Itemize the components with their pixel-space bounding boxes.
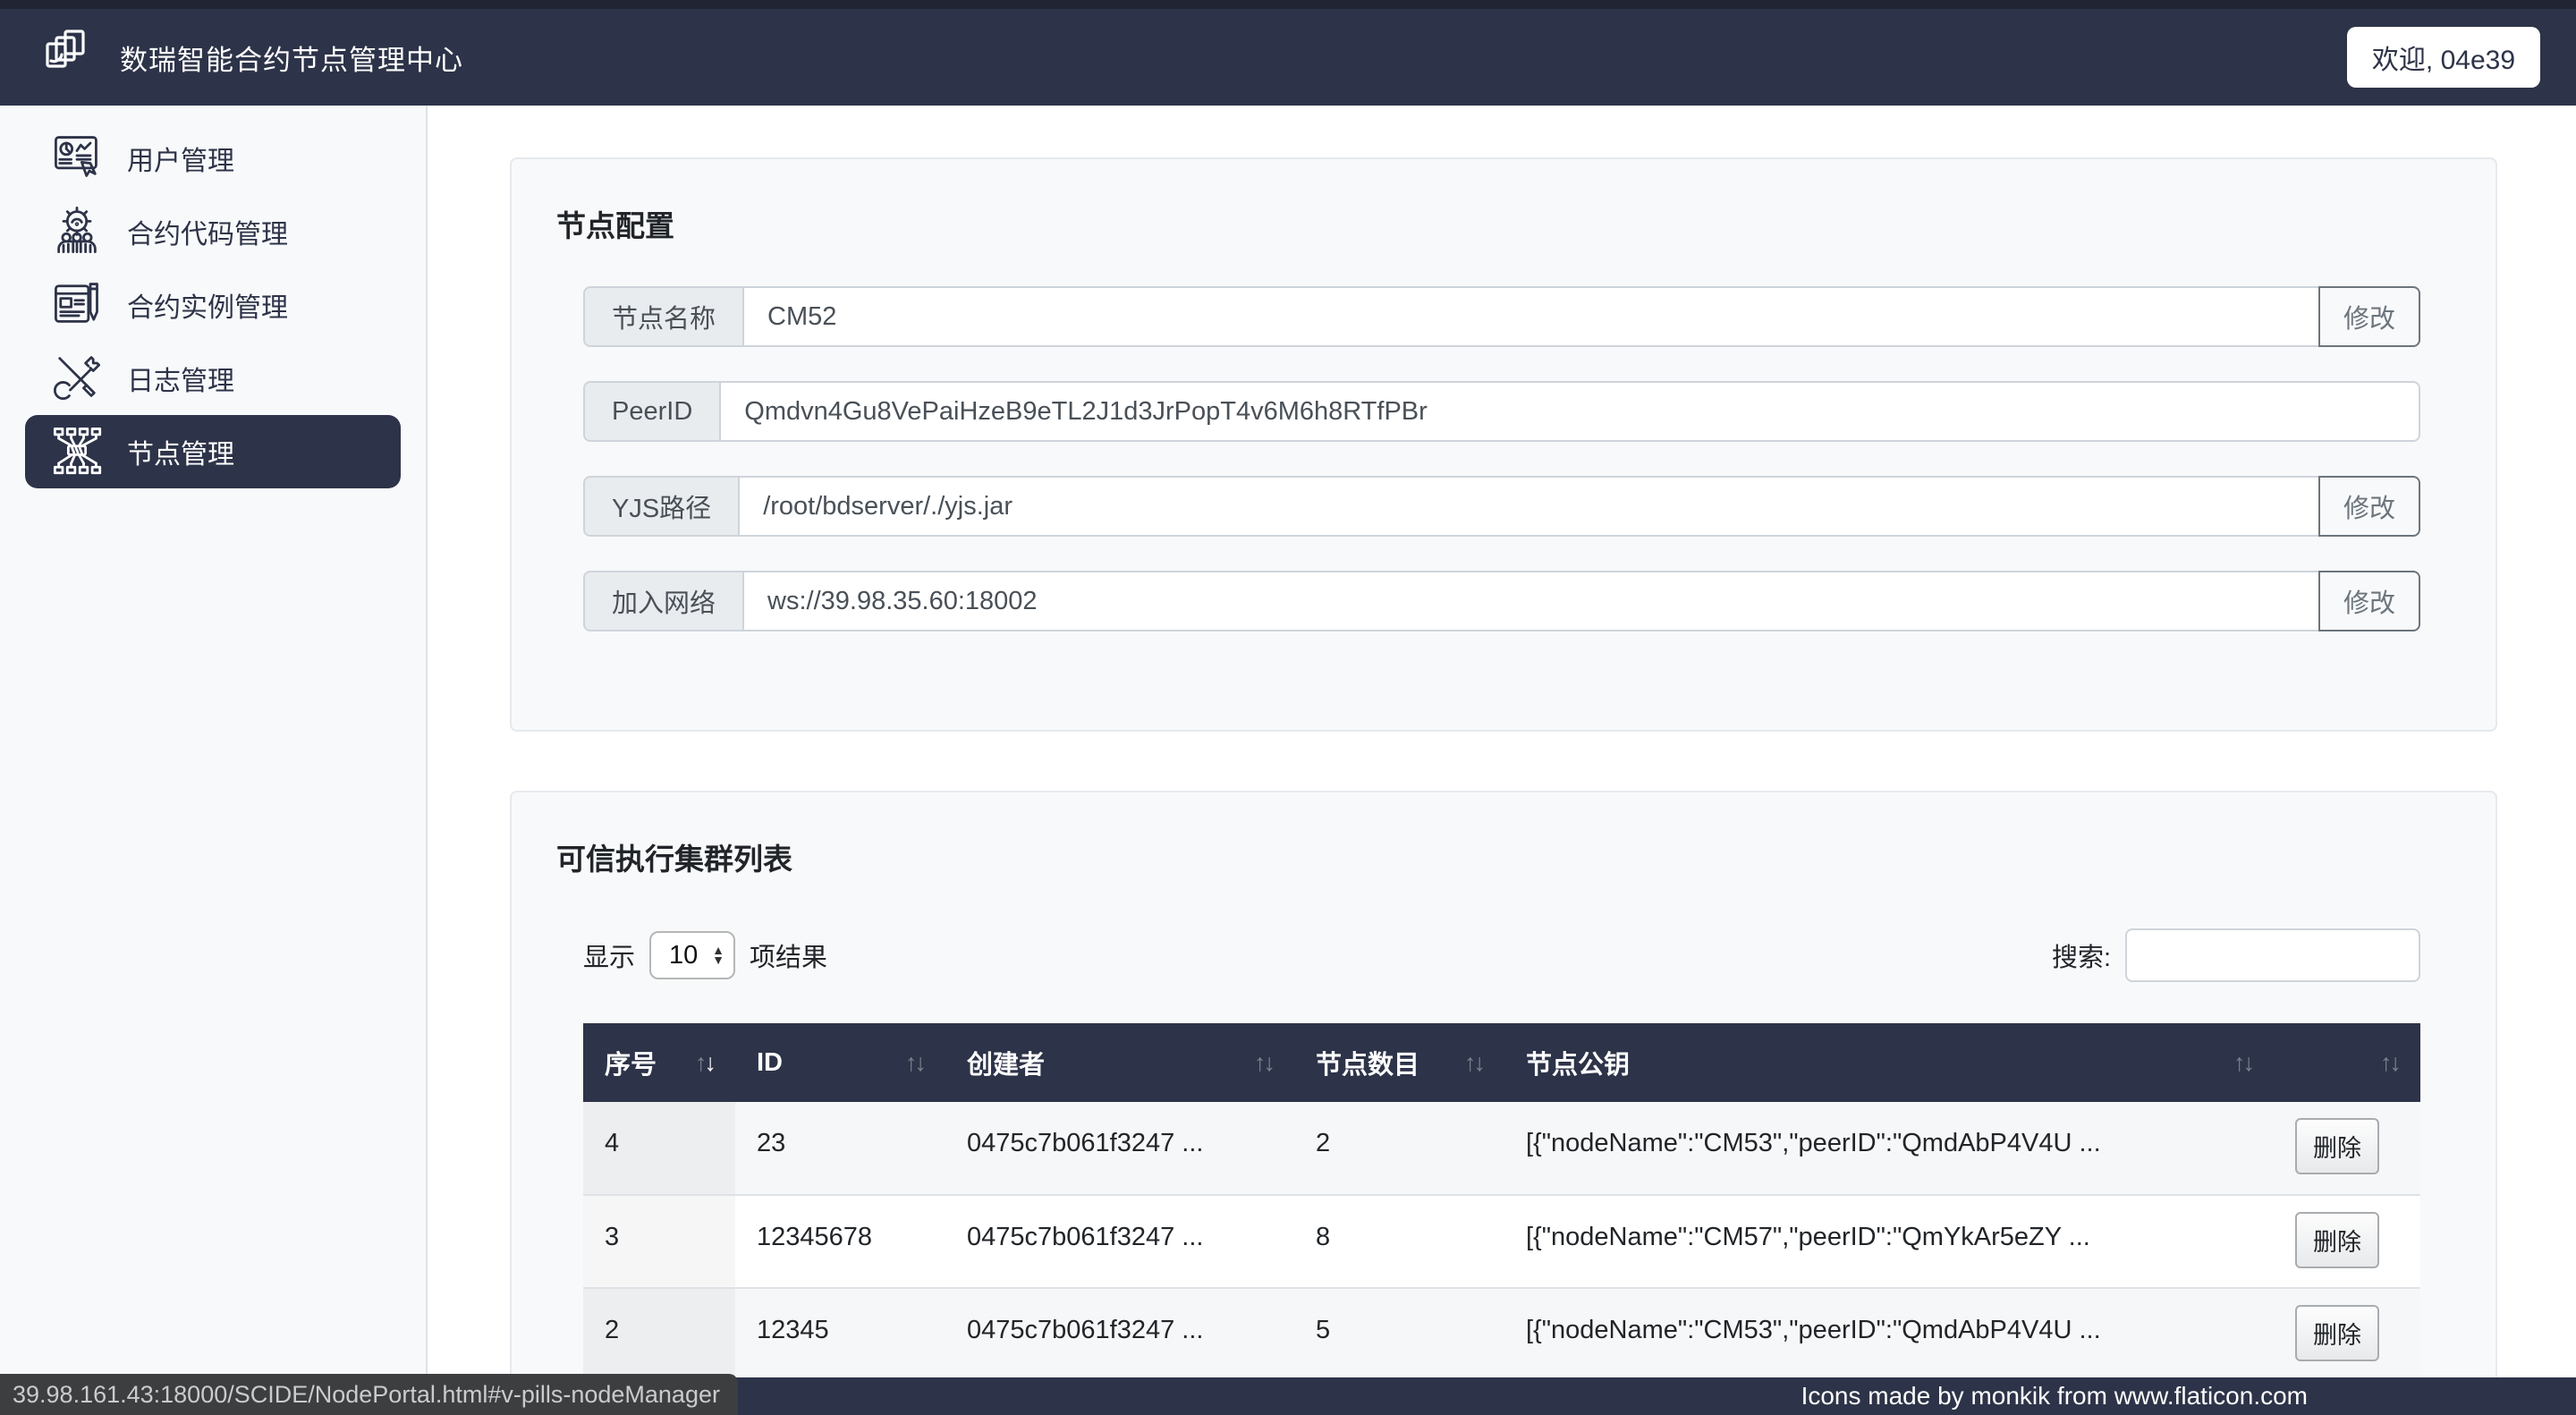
field-peer-id: PeerID [583, 381, 2420, 442]
document-pencil-icon [50, 276, 104, 335]
cell-node-count: 2 [1316, 1129, 1331, 1157]
sort-icon: ↑↓ [2380, 1048, 2402, 1076]
header-creator[interactable]: 创建者 ↑↓ [945, 1023, 1294, 1102]
sidebar-item-contract-instance-management[interactable]: 合约实例管理 [25, 268, 401, 342]
gear-people-icon [50, 203, 104, 261]
cell-pubkey: [{"nodeName":"CM53","peerID":"QmdAbP4V4U… [1526, 1129, 2101, 1157]
top-navbar: 数瑞智能合约节点管理中心 欢迎, 04e39 [0, 9, 2576, 106]
sort-icon: ↑↓ [1464, 1048, 1486, 1076]
brand-link[interactable]: 数瑞智能合约节点管理中心 [36, 27, 463, 89]
cell-node-count: 8 [1316, 1223, 1331, 1251]
header-id[interactable]: ID ↑↓ [735, 1023, 945, 1102]
search-input[interactable] [2125, 928, 2420, 982]
field-label: 节点名称 [583, 286, 743, 347]
field-label: YJS路径 [583, 476, 739, 537]
cell-id: 23 [757, 1129, 786, 1157]
field-node-name: 节点名称 修改 [583, 286, 2420, 347]
search-control: 搜索: [2052, 928, 2420, 982]
cluster-title: 可信执行集群列表 [556, 843, 792, 876]
cell-node-count: 5 [1316, 1316, 1331, 1344]
sidebar-item-label: 用户管理 [127, 147, 234, 176]
sidebar: 用户管理 合约代码管理 合约实例管理 日志管理 节点管理 [0, 106, 428, 1415]
page-length-control: 显示 10 ▲ ▼ 项结果 [583, 931, 827, 979]
page-size-select[interactable]: 10 ▲ ▼ [649, 931, 736, 979]
field-join-network: 加入网络 修改 [583, 571, 2420, 631]
sidebar-item-label: 日志管理 [127, 367, 234, 396]
cell-seq: 4 [583, 1102, 735, 1195]
dashboard-cursor-icon [50, 130, 104, 188]
cluster-table: 序号 ↑↓ ID ↑↓ 创建者 ↑↓ 节点数目 ↑↓ 节点公钥 ↑↓ ↑↓ 4 … [583, 1023, 2420, 1381]
sort-icon: ↑↓ [2233, 1048, 2255, 1076]
sidebar-item-user-management[interactable]: 用户管理 [25, 122, 401, 195]
cell-id: 12345678 [757, 1223, 873, 1251]
sort-icon: ↑↓ [1254, 1048, 1275, 1076]
cell-creator: 0475c7b061f3247 ... [967, 1316, 1204, 1344]
results-label: 项结果 [750, 944, 828, 972]
modify-yjs-path-button[interactable]: 修改 [2318, 476, 2420, 537]
node-config-title: 节点配置 [556, 209, 674, 242]
sidebar-item-label: 合约实例管理 [127, 293, 288, 323]
header-seq[interactable]: 序号 ↑↓ [583, 1023, 735, 1102]
sort-icon: ↑↓ [905, 1048, 927, 1076]
logo-icon [36, 27, 93, 89]
field-yjs-path: YJS路径 修改 [583, 476, 2420, 537]
table-row: 4 23 0475c7b061f3247 ... 2 [{"nodeName":… [583, 1102, 2420, 1195]
cell-creator: 0475c7b061f3247 ... [967, 1223, 1204, 1251]
cell-pubkey: [{"nodeName":"CM57","peerID":"QmYkAr5eZY… [1526, 1223, 2090, 1251]
show-label: 显示 [583, 944, 636, 972]
tools-icon [50, 350, 104, 408]
yjs-path-input[interactable] [738, 476, 2320, 537]
node-name-input[interactable] [742, 286, 2320, 347]
modify-join-network-button[interactable]: 修改 [2318, 571, 2420, 631]
field-label: 加入网络 [583, 571, 743, 631]
app-title: 数瑞智能合约节点管理中心 [120, 44, 463, 76]
table-header-row: 序号 ↑↓ ID ↑↓ 创建者 ↑↓ 节点数目 ↑↓ 节点公钥 ↑↓ ↑↓ [583, 1023, 2420, 1102]
cell-seq: 2 [583, 1288, 735, 1381]
welcome-badge[interactable]: 欢迎, 04e39 [2346, 27, 2540, 88]
header-node-count[interactable]: 节点数目 ↑↓ [1294, 1023, 1504, 1102]
page-size-value: 10 [669, 940, 699, 970]
browser-status-bubble: 39.98.161.43:18000/SCIDE/NodePortal.html… [0, 1374, 738, 1415]
peer-id-input[interactable] [719, 381, 2420, 442]
cell-pubkey: [{"nodeName":"CM53","peerID":"QmdAbP4V4U… [1526, 1316, 2101, 1344]
node-config-card: 节点配置 节点名称 修改 PeerID YJS路径 修改 加入网络 [510, 157, 2497, 732]
join-network-input[interactable] [742, 571, 2320, 631]
icons-credit: Icons made by monkik from www.flaticon.c… [1801, 1382, 2308, 1410]
stepper-arrows-icon: ▲ ▼ [712, 943, 725, 967]
status-url: 39.98.161.43:18000/SCIDE/NodePortal.html… [13, 1380, 720, 1408]
delete-button[interactable]: 删除 [2295, 1212, 2379, 1268]
table-row: 2 12345 0475c7b061f3247 ... 5 [{"nodeNam… [583, 1288, 2420, 1381]
sidebar-item-label: 节点管理 [127, 440, 234, 470]
cell-creator: 0475c7b061f3247 ... [967, 1129, 1204, 1157]
cell-id: 12345 [757, 1316, 829, 1344]
delete-button[interactable]: 删除 [2295, 1305, 2379, 1361]
sort-icon: ↑↓ [695, 1048, 716, 1076]
header-node-pubkey[interactable]: 节点公钥 ↑↓ [1504, 1023, 2274, 1102]
sidebar-item-contract-code-management[interactable]: 合约代码管理 [25, 195, 401, 268]
trusted-cluster-card: 可信执行集群列表 显示 10 ▲ ▼ 项结果 搜索: 序号 ↑↓ ID ↑↓ 创… [510, 791, 2497, 1415]
search-label: 搜索: [2051, 944, 2111, 972]
table-row: 3 12345678 0475c7b061f3247 ... 8 [{"node… [583, 1195, 2420, 1288]
network-nodes-icon [50, 423, 104, 481]
field-label: PeerID [583, 381, 720, 442]
main-content: 节点配置 节点名称 修改 PeerID YJS路径 修改 加入网络 [428, 106, 2576, 1415]
delete-button[interactable]: 删除 [2295, 1118, 2379, 1174]
window-top-edge [0, 0, 2576, 9]
modify-node-name-button[interactable]: 修改 [2318, 286, 2420, 347]
sidebar-item-node-management[interactable]: 节点管理 [25, 415, 401, 488]
table-controls: 显示 10 ▲ ▼ 项结果 搜索: [583, 928, 2420, 982]
sidebar-item-log-management[interactable]: 日志管理 [25, 342, 401, 415]
sidebar-item-label: 合约代码管理 [127, 220, 288, 250]
header-actions[interactable]: ↑↓ [2274, 1023, 2420, 1102]
cell-seq: 3 [583, 1195, 735, 1288]
